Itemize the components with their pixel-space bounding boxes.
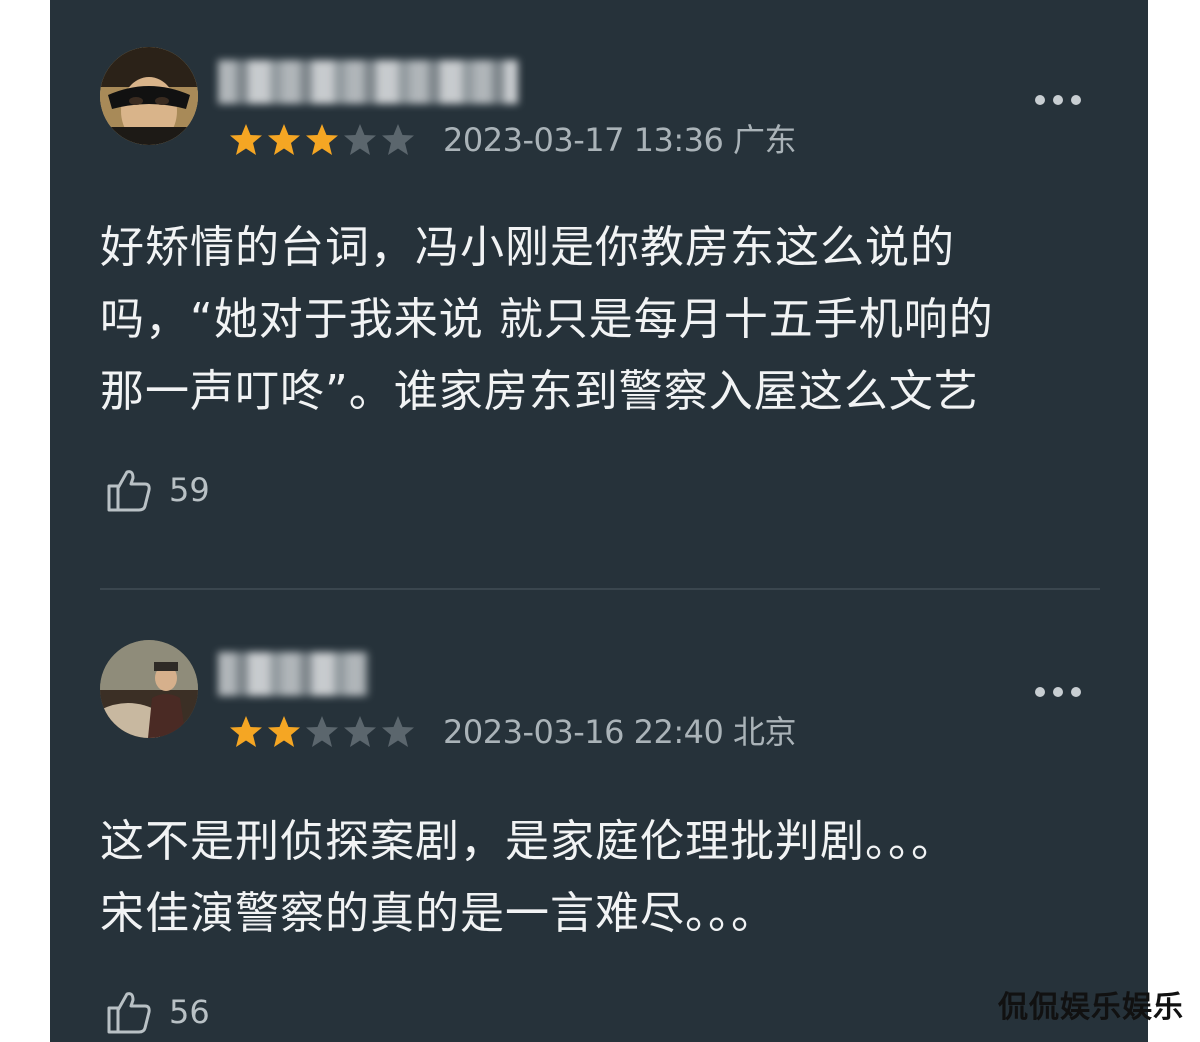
watermark: 侃侃娱乐娱乐 bbox=[998, 990, 1184, 1025]
star-filled-icon bbox=[268, 124, 300, 155]
comment-meta: 2023-03-17 13:36 广东 bbox=[443, 120, 797, 160]
timestamp: 2023-03-17 13:36 bbox=[443, 121, 724, 159]
like-button[interactable]: 56 bbox=[105, 988, 210, 1036]
more-dots-icon[interactable] bbox=[1035, 687, 1081, 697]
comment-text: 这不是刑侦探案剧，是家庭伦理批判剧。。。 宋佳演警察的真的是一言难尽。。。 bbox=[100, 816, 956, 939]
divider bbox=[100, 588, 1100, 590]
user-avatar[interactable] bbox=[100, 640, 198, 738]
movie-still-avatar-icon bbox=[100, 640, 198, 738]
like-count: 56 bbox=[169, 993, 210, 1031]
star-empty-icon bbox=[306, 716, 338, 747]
thumbs-up-icon bbox=[107, 470, 151, 512]
star-filled-icon bbox=[306, 124, 338, 155]
rating-stars bbox=[228, 122, 416, 158]
star-empty-icon bbox=[382, 124, 414, 155]
username-blurred[interactable] bbox=[218, 60, 518, 104]
thumbs-up-icon bbox=[107, 992, 151, 1034]
star-filled-icon bbox=[230, 716, 262, 747]
star-filled-icon bbox=[268, 716, 300, 747]
more-dots-icon[interactable] bbox=[1035, 95, 1081, 105]
star-empty-icon bbox=[382, 716, 414, 747]
timestamp: 2023-03-16 22:40 bbox=[443, 713, 724, 751]
username-blurred[interactable] bbox=[218, 652, 368, 696]
like-button[interactable]: 59 bbox=[105, 466, 210, 514]
comment-meta: 2023-03-16 22:40 北京 bbox=[443, 712, 797, 752]
star-filled-icon bbox=[230, 124, 262, 155]
rating-stars bbox=[228, 714, 416, 750]
like-count: 59 bbox=[169, 471, 210, 509]
masked-person-avatar-icon bbox=[100, 47, 198, 145]
star-empty-icon bbox=[344, 124, 376, 155]
comment-text: 好矫情的台词，冯小刚是你教房东这么说的 吗，“她对于我来说 就只是每月十五手机响… bbox=[100, 222, 994, 417]
star-empty-icon bbox=[344, 716, 376, 747]
location: 广东 bbox=[733, 121, 797, 159]
comment-panel: 2023-03-17 13:36 广东 好矫情的台词，冯小刚是你教房东这么说的 … bbox=[50, 0, 1148, 1042]
user-avatar[interactable] bbox=[100, 47, 198, 145]
location: 北京 bbox=[733, 713, 797, 751]
